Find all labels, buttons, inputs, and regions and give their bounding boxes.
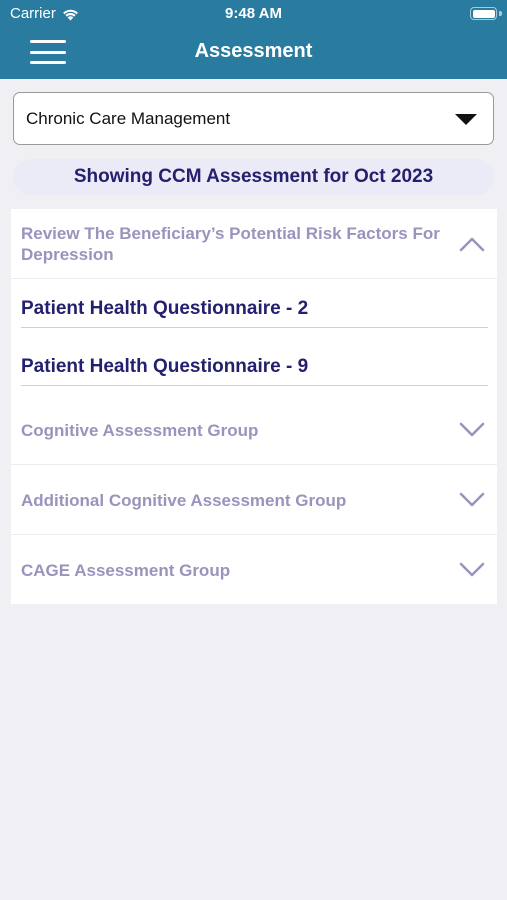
section-label: Cognitive Assessment Group bbox=[21, 421, 259, 440]
section-risk-factors-depression[interactable]: Review The Beneficiary’s Potential Risk … bbox=[11, 209, 497, 279]
section-cognitive-assessment[interactable]: Cognitive Assessment Group bbox=[11, 395, 497, 465]
navigation-bar: Carrier 9:48 AM Assessment bbox=[0, 0, 507, 79]
assessment-list: Review The Beneficiary’s Potential Risk … bbox=[11, 209, 497, 604]
divider bbox=[21, 385, 488, 386]
section-label: Review The Beneficiary’s Potential Risk … bbox=[21, 224, 440, 264]
chevron-down-icon bbox=[459, 422, 485, 438]
page-title: Assessment bbox=[194, 40, 313, 62]
chevron-down-icon bbox=[459, 562, 485, 578]
battery-icon bbox=[470, 7, 497, 20]
item-label: Patient Health Questionnaire - 2 bbox=[21, 298, 309, 319]
chevron-up-icon bbox=[459, 236, 485, 252]
status-time: 9:48 AM bbox=[225, 5, 282, 22]
program-select-value: Chronic Care Management bbox=[26, 108, 231, 128]
program-select[interactable]: Chronic Care Management bbox=[13, 92, 494, 145]
list-item-phq-2[interactable]: Patient Health Questionnaire - 2 bbox=[11, 279, 497, 337]
assessment-period-banner: Showing CCM Assessment for Oct 2023 bbox=[13, 159, 494, 195]
section-additional-cognitive-assessment[interactable]: Additional Cognitive Assessment Group bbox=[11, 465, 497, 535]
section-label: Additional Cognitive Assessment Group bbox=[21, 491, 347, 510]
section-cage-assessment[interactable]: CAGE Assessment Group bbox=[11, 535, 497, 604]
battery-tip bbox=[499, 11, 502, 16]
list-item-phq-9[interactable]: Patient Health Questionnaire - 9 bbox=[11, 337, 497, 395]
chevron-down-icon bbox=[459, 492, 485, 508]
item-label: Patient Health Questionnaire - 9 bbox=[21, 356, 309, 377]
dropdown-triangle-icon bbox=[455, 114, 477, 125]
hamburger-menu-icon[interactable] bbox=[30, 40, 66, 64]
divider bbox=[21, 327, 488, 328]
banner-text: Showing CCM Assessment for Oct 2023 bbox=[73, 166, 434, 187]
section-label: CAGE Assessment Group bbox=[21, 561, 231, 580]
